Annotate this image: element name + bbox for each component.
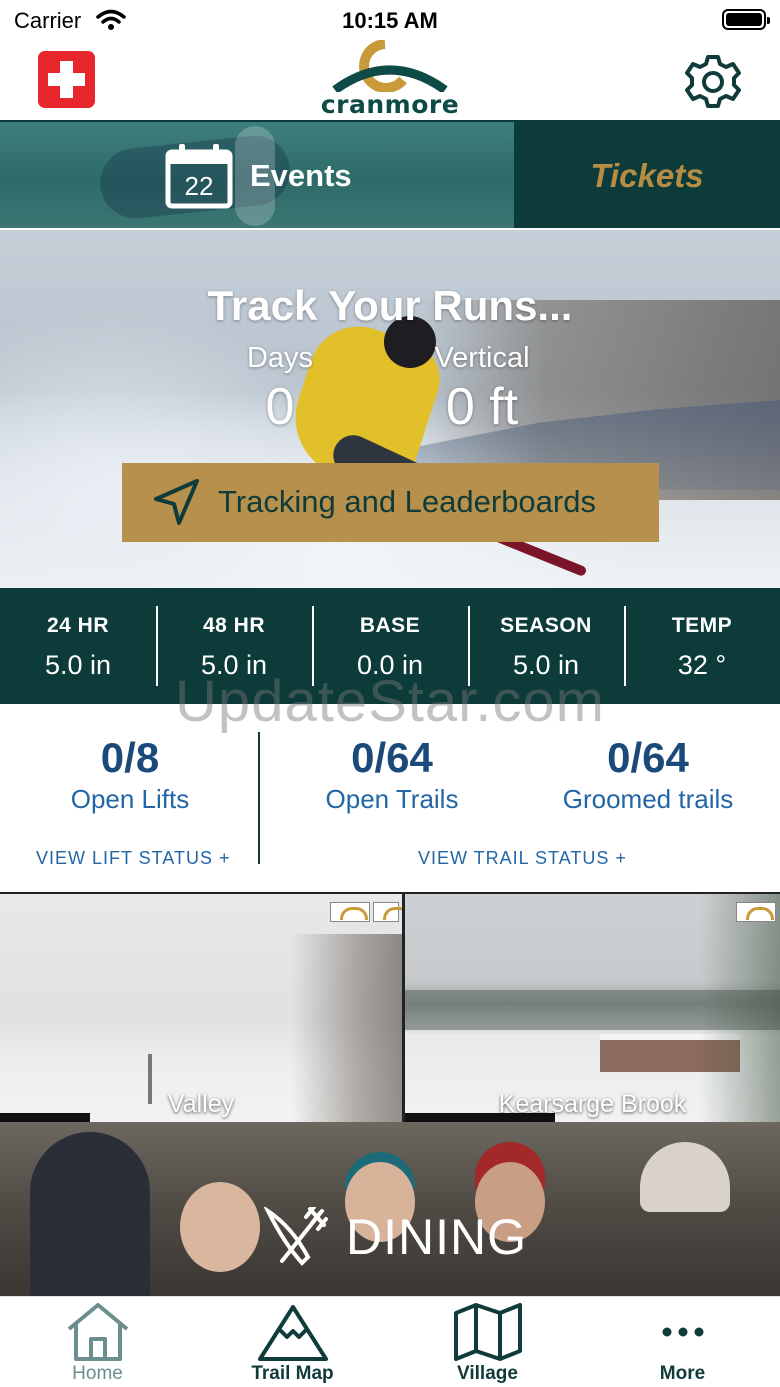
groomed-trails-metric: 0/64 Groomed trails — [538, 734, 758, 815]
tracking-leaderboards-button[interactable]: Tracking and Leaderboards — [122, 463, 659, 542]
tab-label: More — [659, 1363, 706, 1384]
tab-more[interactable]: More — [585, 1297, 780, 1387]
calendar-day: 22 — [185, 171, 214, 201]
snow-base: BASE 0.0 in — [312, 588, 468, 704]
snow-label: 24 HR — [46, 614, 110, 637]
calendar-icon: 22 — [165, 144, 233, 209]
tickets-label: Tickets — [590, 157, 704, 194]
webcam-provider-badge-icon — [373, 902, 402, 922]
first-aid-button[interactable] — [38, 51, 95, 108]
app-header: cranmore — [0, 39, 780, 122]
bottom-tab-bar: Home Trail Map Village More — [0, 1296, 780, 1387]
snow-value: 5.0 in — [200, 650, 268, 680]
vertical-label: Vertical — [434, 342, 530, 374]
vertical-value: 0 ft — [445, 378, 519, 436]
open-lifts-value: 0/8 — [100, 734, 160, 781]
quick-tiles: 22 Events Tickets — [0, 122, 780, 230]
events-label: Events — [250, 158, 352, 193]
dining-heading: DINING — [262, 1207, 527, 1267]
logo-text: cranmore — [320, 90, 460, 119]
dining-banner[interactable]: DINING — [0, 1122, 780, 1296]
groomed-trails-label: Groomed trails — [562, 784, 734, 814]
run-tracking-hero: Track Your Runs... Days 0 Vertical 0 ft … — [0, 230, 780, 588]
mountain-icon — [257, 1305, 328, 1361]
open-trails-metric: 0/64 Open Trails — [292, 734, 492, 815]
webcam-valley[interactable]: Valley — [0, 894, 402, 1122]
groomed-trails-value: 0/64 — [607, 734, 689, 781]
snow-report-bar: 24 HR 5.0 in 48 HR 5.0 in BASE 0.0 in SE… — [0, 588, 780, 704]
view-trail-status-link[interactable]: VIEW TRAIL STATUS + — [418, 848, 627, 869]
open-trails-label: Open Trails — [325, 784, 459, 814]
snow-value: 5.0 in — [512, 650, 580, 680]
tab-village[interactable]: Village — [390, 1297, 585, 1387]
status-bar: Carrier 10:15 AM — [0, 0, 780, 40]
snow-label: BASE — [359, 614, 421, 637]
home-icon — [67, 1303, 128, 1361]
fork-knife-icon — [263, 1207, 328, 1266]
cranmore-badge-icon — [330, 902, 370, 922]
tab-label: Home — [72, 1363, 123, 1384]
navigation-arrow-icon — [154, 479, 199, 525]
snow-season: SEASON 5.0 in — [468, 588, 624, 704]
events-tile[interactable]: 22 Events — [0, 122, 517, 228]
snow-24hr: 24 HR 5.0 in — [0, 588, 156, 704]
logo-mark-icon — [332, 39, 448, 94]
tab-label: Village — [457, 1363, 518, 1384]
open-lifts-label: Open Lifts — [70, 784, 190, 814]
snow-48hr: 48 HR 5.0 in — [156, 588, 312, 704]
open-trails-value: 0/64 — [351, 734, 433, 781]
battery-icon — [722, 9, 770, 30]
cranmore-badge-icon — [736, 902, 776, 922]
snow-value: 0.0 in — [356, 650, 424, 680]
cranmore-logo: cranmore — [315, 39, 465, 120]
days-value: 0 — [265, 378, 295, 436]
snow-label: 48 HR — [202, 614, 266, 637]
view-lift-status-link[interactable]: VIEW LIFT STATUS + — [36, 848, 231, 869]
tab-label: Trail Map — [251, 1363, 334, 1384]
open-lifts-metric: 0/8 Open Lifts — [40, 734, 220, 815]
more-icon — [662, 1327, 703, 1337]
snow-temp: TEMP 32 ° — [624, 588, 780, 704]
snow-value: 5.0 in — [44, 650, 112, 680]
tab-trail-map[interactable]: Trail Map — [195, 1297, 390, 1387]
divider — [258, 732, 260, 864]
map-icon — [453, 1303, 522, 1361]
tickets-tile[interactable]: Tickets — [517, 122, 780, 228]
lift-trail-status-panel: 0/8 Open Lifts 0/64 Open Trails 0/64 Gro… — [0, 704, 780, 894]
tracking-button-label: Tracking and Leaderboards — [218, 484, 596, 519]
snow-value: 32 ° — [677, 650, 727, 680]
dining-label: DINING — [346, 1209, 527, 1265]
webcam-row: Valley Kearsarge Brook — [0, 894, 780, 1122]
days-label: Days — [246, 342, 314, 374]
webcam-label: Kearsarge Brook — [498, 1090, 687, 1118]
days-stat: Days 0 — [180, 342, 380, 437]
snow-label: TEMP — [671, 614, 733, 637]
webcam-kearsarge-brook[interactable]: Kearsarge Brook — [405, 894, 780, 1122]
vertical-stat: Vertical 0 ft — [382, 342, 582, 437]
webcam-label: Valley — [167, 1090, 235, 1118]
hero-title: Track Your Runs... — [207, 282, 573, 329]
tab-home[interactable]: Home — [0, 1297, 195, 1387]
status-time: 10:15 AM — [342, 8, 438, 33]
snow-label: SEASON — [500, 614, 592, 637]
settings-gear-icon[interactable] — [684, 53, 742, 111]
